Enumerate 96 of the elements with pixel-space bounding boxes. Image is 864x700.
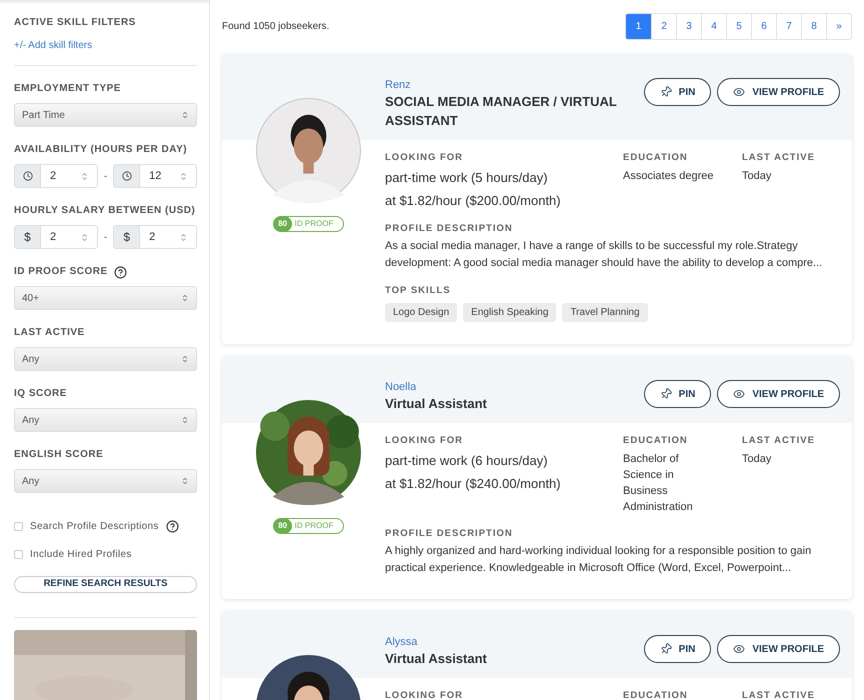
profile-description: A highly organized and hard-working individual looking for a responsible position to gain practical experience. Knowledgeable in Microsoft Office (Word, Excel, Powerpoint... — [385, 544, 812, 576]
select-value: Part Time — [22, 108, 66, 122]
select-arrow-icon — [181, 355, 189, 363]
select-arrow-icon — [181, 111, 189, 119]
candidate-name[interactable]: Noella — [385, 380, 644, 394]
number-field[interactable]: $ 2 — [113, 225, 197, 249]
clock-icon — [122, 171, 132, 181]
description-label: PROFILE DESCRIPTION — [385, 528, 514, 540]
select-value: Any — [22, 414, 40, 428]
clock-icon — [22, 171, 32, 181]
detail-label: LAST ACTIVE — [742, 435, 816, 447]
field-value: 2 — [50, 230, 58, 245]
stepper-icon[interactable] — [80, 232, 89, 242]
detail-value: Bachelor of Science in Business Administration — [623, 452, 694, 515]
detail-label: LOOKING FOR — [385, 152, 464, 164]
checkbox-label: Search Profile Descriptions — [30, 520, 159, 534]
detail-label: EDUCATION — [623, 152, 689, 164]
id-proof-label: ID PROOF — [294, 520, 334, 532]
skills-label: TOP SKILLS — [385, 285, 452, 297]
profile-description: As a social media manager, I have a range of skills to be successful my role.Strategy development: A good social media manager should have the ability to develop a compre... — [385, 239, 824, 271]
filter-label: ENGLISH SCORE — [14, 448, 104, 462]
skill-tag: Logo Design — [385, 303, 458, 322]
pin-button[interactable]: PIN — [644, 380, 712, 408]
filter-label: ID PROOF SCORE — [14, 265, 108, 279]
eye-icon — [733, 86, 746, 98]
checkbox[interactable] — [14, 550, 23, 559]
stepper-icon[interactable] — [179, 172, 188, 180]
detail-label: LOOKING FOR — [385, 435, 464, 447]
select-field[interactable]: Any — [14, 347, 197, 371]
select-field[interactable]: Any — [14, 469, 197, 493]
detail-value: Today — [742, 169, 772, 184]
candidate-title: SOCIAL MEDIA MANAGER / VIRTUAL ASSISTANT — [385, 93, 618, 130]
range-separator: - — [104, 170, 108, 184]
filter-label: EMPLOYMENT TYPE — [14, 82, 121, 96]
select-value: 40+ — [22, 292, 40, 306]
page-link[interactable]: 1 — [626, 14, 651, 39]
results-count: Found 1050 jobseekers. — [222, 20, 330, 34]
add-skill-filters-link[interactable]: +/- Add skill filters — [14, 38, 197, 53]
id-proof-score: 80 — [274, 216, 292, 232]
detail-value: at $1.82/hour ($200.00/month) — [385, 192, 562, 210]
filter-label: LAST ACTIVE — [14, 326, 85, 340]
field-value: 2 — [149, 230, 156, 245]
select-value: Any — [22, 474, 40, 488]
id-proof-score: 80 — [274, 518, 292, 534]
view-profile-button[interactable]: VIEW PROFILE — [717, 635, 840, 663]
skill-tag: English Speaking — [463, 303, 556, 322]
select-field[interactable]: Part Time — [14, 103, 197, 127]
field-value: 2 — [50, 168, 58, 184]
detail-value: at $1.82/hour ($240.00/month) — [385, 475, 562, 493]
stepper-icon[interactable] — [179, 232, 188, 242]
stepper-icon[interactable] — [80, 172, 89, 180]
candidate-title: Virtual Assistant — [385, 395, 488, 413]
detail-value: Associates degree — [623, 169, 714, 184]
refine-search-button[interactable]: REFINE SEARCH RESULTS — [14, 576, 197, 593]
help-icon[interactable] — [166, 520, 179, 533]
pin-button[interactable]: PIN — [644, 635, 712, 663]
select-arrow-icon — [181, 416, 189, 424]
detail-label: LOOKING FOR — [385, 690, 464, 700]
field-value: 12 — [149, 168, 162, 184]
detail-label: EDUCATION — [623, 435, 689, 447]
candidate-name[interactable]: Alyssa — [385, 635, 644, 649]
description-label: PROFILE DESCRIPTION — [385, 223, 514, 235]
detail-value: Today — [742, 452, 772, 467]
filter-label: HOURLY SALARY BETWEEN (USD) — [14, 204, 196, 218]
detail-value: part-time work (5 hours/day) — [385, 169, 549, 187]
filter-label: IQ SCORE — [14, 387, 67, 401]
eye-icon — [733, 388, 746, 400]
candidate-name[interactable]: Renz — [385, 78, 644, 92]
view-profile-button[interactable]: VIEW PROFILE — [717, 380, 840, 408]
filter-label: AVAILABILITY (HOURS PER DAY) — [14, 143, 188, 157]
checkbox[interactable] — [14, 522, 23, 531]
help-icon[interactable] — [114, 266, 127, 278]
detail-value: part-time work (6 hours/day) — [385, 452, 549, 470]
currency-symbol: $ — [24, 229, 31, 246]
id-proof-label: ID PROOF — [294, 218, 334, 230]
pin-button[interactable]: PIN — [644, 78, 712, 106]
detail-label: LAST ACTIVE — [742, 690, 816, 700]
number-field[interactable]: 12 — [113, 164, 197, 188]
select-field[interactable]: Any — [14, 408, 197, 432]
skill-tag: Travel Planning — [562, 303, 648, 322]
range-separator: - — [104, 230, 108, 244]
section-heading: ACTIVE SKILL FILTERS — [14, 16, 137, 30]
select-field[interactable]: 40+ — [14, 286, 197, 310]
currency-symbol: $ — [123, 229, 130, 246]
select-value: Any — [22, 352, 40, 366]
number-field[interactable]: 2 — [14, 164, 98, 188]
eye-icon — [733, 643, 746, 655]
number-field[interactable]: $ 2 — [14, 225, 98, 249]
candidate-title: Virtual Assistant — [385, 650, 488, 668]
detail-label: EDUCATION — [623, 690, 689, 700]
select-arrow-icon — [181, 294, 189, 302]
view-profile-button[interactable]: VIEW PROFILE — [717, 78, 840, 106]
detail-label: LAST ACTIVE — [742, 152, 816, 164]
page-link[interactable]: » — [826, 14, 851, 39]
select-arrow-icon — [181, 477, 189, 485]
checkbox-label: Include Hired Profiles — [30, 548, 132, 562]
